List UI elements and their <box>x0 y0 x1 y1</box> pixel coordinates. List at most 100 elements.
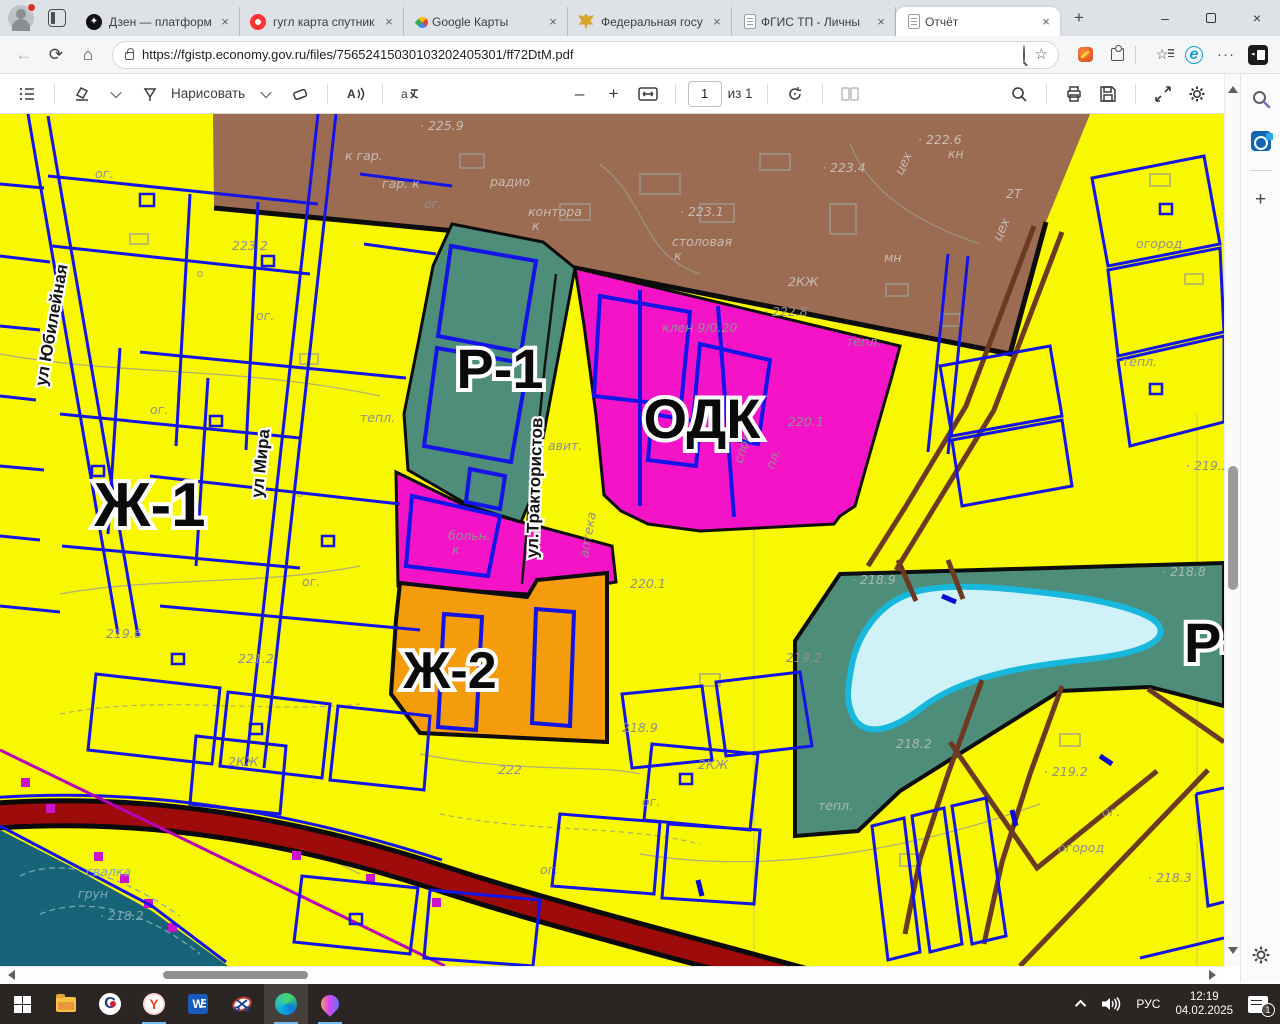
sidebar-search-icon[interactable] <box>1248 86 1274 112</box>
fit-width-icon[interactable] <box>633 79 663 109</box>
word-icon[interactable]: W <box>176 984 220 1024</box>
extensions-puzzle-icon[interactable] <box>1105 43 1129 67</box>
tab-dzen[interactable]: ✦ Дзен — платформ × <box>76 7 240 36</box>
yandex-browser-icon[interactable]: Y <box>132 984 176 1024</box>
address-bar[interactable]: https://fgistp.economy.gov.ru/files/7565… <box>112 41 1059 69</box>
sidebar-settings-gear-icon[interactable] <box>1248 942 1274 968</box>
split-screen-icon[interactable] <box>1246 43 1270 67</box>
tab-yandex-maps[interactable]: гугл карта спутник × <box>240 7 404 36</box>
refresh-button[interactable]: ⟳ <box>42 41 70 69</box>
minimize-button[interactable]: – <box>1142 0 1188 36</box>
restore-button[interactable] <box>1188 0 1234 36</box>
map-topo-label: ог. <box>1102 804 1120 819</box>
ie-mode-icon[interactable]: e <box>1182 43 1206 67</box>
language-indicator[interactable]: РУС <box>1136 997 1160 1011</box>
zoning-map-canvas[interactable]: · 225.9к гар.гар. крадиоконторакстоловая… <box>0 114 1224 966</box>
tab-google-maps[interactable]: Google Карты × <box>404 7 568 36</box>
draw-label[interactable]: Нарисовать <box>171 86 245 101</box>
tab-federal[interactable]: Федеральная госу × <box>568 7 732 36</box>
tab-report-active[interactable]: Отчёт × <box>896 7 1060 36</box>
tab-close-icon[interactable]: × <box>217 14 233 30</box>
map-topo-label: · 218.8 <box>1162 564 1206 579</box>
save-icon[interactable] <box>1093 79 1123 109</box>
vertical-scroll-thumb[interactable] <box>1228 466 1238 590</box>
volume-icon[interactable] <box>1101 996 1121 1012</box>
tab-close-icon[interactable]: × <box>381 14 397 30</box>
map-topo-label: гар. к <box>382 176 420 191</box>
tab-title: Отчёт <box>925 15 1034 29</box>
table-of-contents-icon[interactable] <box>12 79 42 109</box>
tab-close-icon[interactable]: × <box>873 14 889 30</box>
tab-close-icon[interactable]: × <box>709 14 725 30</box>
page-view-icon[interactable] <box>835 79 865 109</box>
map-topo-label: столовая <box>672 234 732 249</box>
notification-center-icon[interactable]: 1 <box>1248 996 1268 1013</box>
scroll-up-icon[interactable] <box>1228 86 1238 93</box>
favorites-bar-icon[interactable]: ☆ <box>1150 43 1174 67</box>
browser-window: ✦ Дзен — платформ × гугл карта спутник ×… <box>0 0 1280 1024</box>
taskbar-clock[interactable]: 12:19 04.02.2025 <box>1175 990 1233 1018</box>
map-topo-label: ог. <box>256 308 274 323</box>
document-favicon <box>744 14 756 29</box>
pdf-page-map[interactable]: · 225.9к гар.гар. крадиоконторакстоловая… <box>0 114 1224 966</box>
zoom-out-icon[interactable]: – <box>565 79 595 109</box>
map-topo-label: 220.1 <box>630 576 666 591</box>
read-aloud-icon[interactable]: A <box>340 79 370 109</box>
map-topo-label: 218.2 <box>896 736 932 751</box>
tab-close-icon[interactable]: × <box>545 14 561 30</box>
zoom-page-icon[interactable] <box>1023 46 1025 64</box>
zoom-in-icon[interactable]: + <box>599 79 629 109</box>
tab-fgistp[interactable]: ФГИС ТП - Личны × <box>732 7 896 36</box>
back-button[interactable]: ← <box>10 41 38 69</box>
sidebar-add-icon[interactable]: + <box>1248 187 1274 213</box>
extension-icon[interactable] <box>1073 43 1097 67</box>
map-topo-label: к гар. <box>345 148 383 163</box>
settings-more-icon[interactable]: ··· <box>1214 43 1238 67</box>
tab-close-icon[interactable]: × <box>1038 14 1054 30</box>
file-explorer-icon[interactable] <box>44 984 88 1024</box>
draw-dropdown-icon[interactable] <box>251 79 281 109</box>
map-topo-label: ог. <box>95 166 113 181</box>
map-topo-label: тепл. <box>846 334 881 349</box>
lock-icon <box>125 52 134 60</box>
home-button[interactable]: ⌂ <box>74 41 102 69</box>
document-favicon <box>908 14 920 29</box>
scroll-right-icon[interactable] <box>1209 970 1216 980</box>
snipping-tool-icon[interactable] <box>220 984 264 1024</box>
scroll-left-icon[interactable] <box>8 970 15 980</box>
page-number-input[interactable] <box>688 81 722 107</box>
highlighter-dropdown-icon[interactable] <box>101 79 131 109</box>
map-topo-label: клен 9/0.20 <box>662 320 737 335</box>
pdf-settings-gear-icon[interactable] <box>1182 79 1212 109</box>
map-topo-label: · 218.3 <box>1148 870 1192 885</box>
translate-icon[interactable]: a <box>395 79 425 109</box>
rotate-icon[interactable] <box>780 79 810 109</box>
favorite-star-icon[interactable]: ☆ <box>1035 47 1048 62</box>
map-topo-label: · 218.9 <box>852 572 896 587</box>
eraser-icon[interactable] <box>285 79 315 109</box>
fullscreen-icon[interactable] <box>1148 79 1178 109</box>
paint-app-icon[interactable] <box>308 984 352 1024</box>
vertical-scrollbar[interactable] <box>1224 74 1240 966</box>
sidebar-outlook-icon[interactable] <box>1248 128 1274 154</box>
print-icon[interactable] <box>1059 79 1089 109</box>
start-button[interactable] <box>0 984 44 1024</box>
map-topo-label: ог. <box>642 794 660 809</box>
sidebar-divider <box>1250 170 1272 171</box>
url-text[interactable]: https://fgistp.economy.gov.ru/files/7565… <box>142 47 1013 62</box>
close-window-button[interactable]: × <box>1234 0 1280 36</box>
scroll-down-icon[interactable] <box>1228 947 1238 954</box>
edge-icon[interactable] <box>264 984 308 1024</box>
highlighter-icon[interactable] <box>67 79 97 109</box>
horizontal-scroll-thumb[interactable] <box>163 971 308 979</box>
notification-badge: 1 <box>1261 1003 1275 1017</box>
draw-pen-icon[interactable] <box>135 79 165 109</box>
map-topo-label: тепл. <box>818 798 853 813</box>
c-app-icon[interactable]: C <box>88 984 132 1024</box>
vertical-tabs-icon[interactable] <box>48 9 66 27</box>
hidden-icons-chevron[interactable] <box>1075 1000 1086 1011</box>
new-tab-button[interactable]: + <box>1066 5 1092 31</box>
search-document-icon[interactable] <box>1004 79 1034 109</box>
horizontal-scrollbar[interactable] <box>0 966 1224 982</box>
profile-avatar[interactable] <box>8 5 34 31</box>
